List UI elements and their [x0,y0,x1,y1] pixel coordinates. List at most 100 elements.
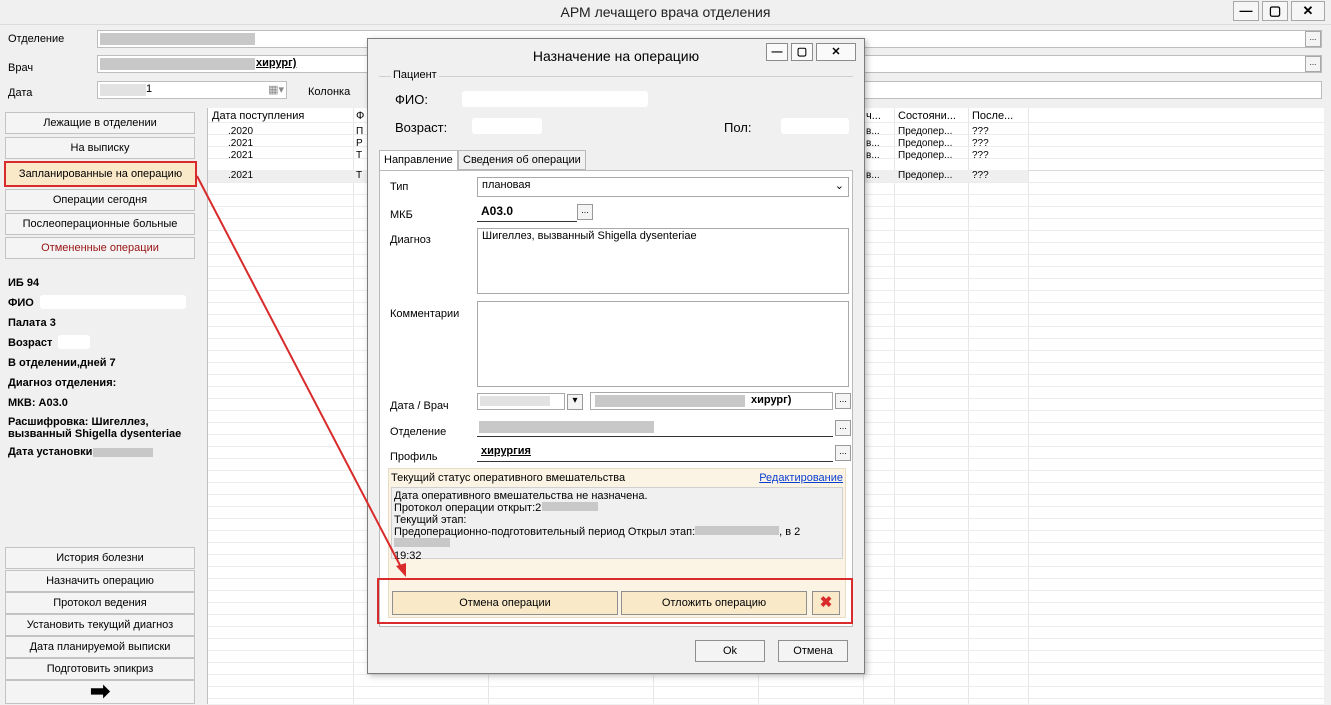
patient-age-label: Возраст: [395,120,448,135]
col-header-c[interactable]: ч... [866,110,881,122]
redacted-text [479,421,654,433]
forward-arrow-icon[interactable]: ➡ [5,680,195,704]
status-line-text: Предоперационно-подготовительный период … [394,526,696,538]
table-cell[interactable]: .2020 [228,126,253,137]
mkb-field[interactable]: А03.0 [477,202,577,222]
date-value: 1 [146,83,153,95]
profile-label: Профиль [390,451,438,463]
col-header-post[interactable]: После... [972,110,1013,122]
type-select[interactable]: плановая ⌄ [477,177,849,197]
patient-ward: Палата 3 [8,317,56,329]
nav-operations-today[interactable]: Операции сегодня [5,189,195,211]
table-cell[interactable]: Предопер... [898,150,952,161]
doctor-picker-button[interactable]: ... [1305,56,1321,72]
nav-cancelled[interactable]: Отмененные операции [5,237,195,259]
patient-decode-2: вызванный Shigella dysenteriae [8,428,182,440]
maximize-button[interactable]: ▢ [1262,1,1288,21]
comment-textarea[interactable] [477,301,849,387]
history-button[interactable]: История болезни [5,547,195,569]
postpone-operation-button[interactable]: Отложить операцию [621,591,807,615]
patient-group-title: Пациент [391,69,439,81]
table-cell[interactable]: Предопер... [898,170,952,181]
dialog-close-button[interactable]: ✕ [816,43,856,61]
status-line: 19:32 [394,550,422,562]
col-header-f[interactable]: Ф [356,110,364,122]
table-cell[interactable]: ??? [972,138,989,149]
profile-field[interactable]: хирургия [477,444,833,462]
table-cell[interactable]: Предопер... [898,138,952,149]
dialog-title: Назначение на операцию [532,48,700,64]
nav-planned-operations[interactable]: Запланированные на операцию [4,161,197,187]
redacted-text [542,502,599,511]
nav-discharge[interactable]: На выписку [5,137,195,159]
app-title: АРМ лечащего врача отделения [560,4,771,20]
mkb-picker-button[interactable]: ... [577,204,593,220]
table-cell[interactable]: П [356,126,363,137]
nav-postop[interactable]: Послеоперационные больные [5,213,195,235]
table-cell[interactable]: Т [356,170,362,181]
col-header-state[interactable]: Состояни... [898,110,956,122]
patient-fio-label: ФИО: [395,92,428,107]
status-header: Текущий статус оперативного вмешательств… [391,472,626,484]
cancel-operation-button[interactable]: Отмена операции [392,591,618,615]
table-cell[interactable]: Р [356,138,363,149]
edit-link[interactable]: Редактирование [759,472,843,484]
col-header-admission-date[interactable]: Дата поступления [212,110,304,122]
department-picker-button[interactable]: ... [835,420,851,436]
date-field[interactable]: 1 ▦▾ [97,81,287,99]
status-line-text: Протокол операции открыт:2 [394,502,542,514]
discharge-date-button[interactable]: Дата планируемой выписки [5,636,195,658]
tab-direction[interactable]: Направление [379,150,458,171]
table-cell[interactable]: .2021 [228,150,253,161]
diagnosis-textarea[interactable]: Шигеллез, вызванный Shigella dysenteriae [477,228,849,294]
column-label: Колонка [308,86,351,98]
doctor-picker-button[interactable]: ... [835,393,851,409]
app-titlebar: АРМ лечащего врача отделения — ▢ ✕ [0,0,1331,25]
table-cell[interactable]: в... [866,138,880,149]
tab-operation-info[interactable]: Сведения об операции [458,150,586,170]
ok-button[interactable]: Ok [695,640,765,662]
patient-mkb: МКВ: А03.0 [8,397,68,409]
dialog-maximize-button[interactable]: ▢ [791,43,813,61]
department-picker-button[interactable]: ... [1305,31,1321,47]
column-field[interactable] [855,81,1322,99]
assign-operation-button[interactable]: Назначить операцию [5,570,195,592]
operation-date-field[interactable] [477,393,565,410]
nav-in-department[interactable]: Лежащие в отделении [5,112,195,134]
date-label: Дата [8,87,33,99]
chevron-down-icon: ⌄ [834,180,844,192]
table-cell[interactable]: в... [866,126,880,137]
diagnosis-label: Диагноз [390,234,431,246]
table-cell[interactable]: ??? [972,150,989,161]
cancel-button[interactable]: Отмена [778,640,848,662]
doctor-suffix: хирург) [256,57,297,69]
status-line: Дата оперативного вмешательства не назна… [394,490,648,502]
tab-page-direction: Тип плановая ⌄ МКБ А03.0 ... Диагноз Шиг… [379,170,853,627]
minimize-button[interactable]: — [1233,1,1259,21]
table-cell[interactable]: Предопер... [898,126,952,137]
table-cell[interactable]: Т [356,150,362,161]
doctor-label: Врач [8,62,34,74]
patient-group: Пациент ФИО: Возраст: Пол: [379,69,853,149]
protocol-button[interactable]: Протокол ведения [5,592,195,614]
profile-picker-button[interactable]: ... [835,445,851,461]
delete-icon[interactable]: ✖ [812,591,840,615]
redacted-age [472,118,542,134]
table-cell[interactable]: .2021 [228,170,253,181]
patient-ib: ИБ 94 [8,277,40,289]
department-label: Отделение [8,33,65,45]
date-dropdown-button[interactable]: ▾ [567,394,583,410]
calendar-icon[interactable]: ▦▾ [268,83,284,96]
set-diagnosis-button[interactable]: Установить текущий диагноз [5,614,195,636]
table-cell[interactable]: в... [866,150,880,161]
table-cell[interactable]: .2021 [228,138,253,149]
table-cell[interactable]: в... [866,170,880,181]
department-field[interactable] [477,419,833,437]
operation-doctor-field[interactable]: хирург) [590,392,833,410]
close-button[interactable]: ✕ [1291,1,1325,21]
dialog-minimize-button[interactable]: — [766,43,788,61]
table-cell[interactable]: ??? [972,170,989,181]
epicrisis-button[interactable]: Подготовить эпикриз [5,658,195,680]
table-cell[interactable]: ??? [972,126,989,137]
redacted-age [58,335,90,349]
